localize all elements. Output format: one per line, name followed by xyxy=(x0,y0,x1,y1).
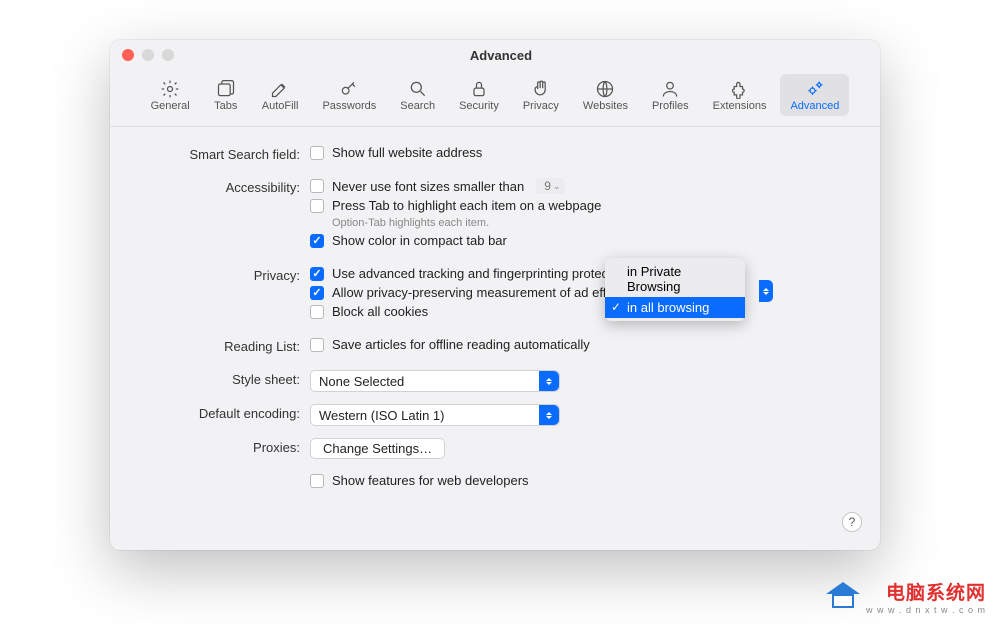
tabs-icon xyxy=(214,78,238,100)
tracking-checkbox[interactable] xyxy=(310,267,324,281)
search-icon xyxy=(406,78,430,100)
updown-icon xyxy=(759,280,773,302)
key-icon xyxy=(337,78,361,100)
globe-icon xyxy=(593,78,617,100)
compact-color-checkbox[interactable] xyxy=(310,234,324,248)
gears-icon xyxy=(803,78,827,100)
block-cookies-checkbox[interactable] xyxy=(310,305,324,319)
tab-privacy[interactable]: Privacy xyxy=(513,74,569,116)
tab-search[interactable]: Search xyxy=(390,74,445,116)
change-settings-button[interactable]: Change Settings… xyxy=(310,438,445,459)
gear-icon xyxy=(158,78,182,100)
compact-color-text: Show color in compact tab bar xyxy=(332,233,507,248)
show-full-address-checkbox[interactable] xyxy=(310,146,324,160)
tab-profiles[interactable]: Profiles xyxy=(642,74,699,116)
developer-features-checkbox[interactable] xyxy=(310,474,324,488)
tab-label: Advanced xyxy=(790,100,839,112)
style-sheet-select[interactable]: None Selected xyxy=(310,370,560,392)
tab-label: Passwords xyxy=(322,100,376,112)
watermark-url: w w w . d n x t w . c o m xyxy=(866,605,986,615)
updown-icon xyxy=(539,405,559,425)
lock-icon xyxy=(467,78,491,100)
ad-measure-checkbox[interactable] xyxy=(310,286,324,300)
save-offline-text: Save articles for offline reading automa… xyxy=(332,337,590,352)
popup-option-private[interactable]: in Private Browsing xyxy=(605,261,745,297)
accessibility-label: Accessibility: xyxy=(140,178,310,195)
tab-label: Tabs xyxy=(214,100,237,112)
press-tab-hint: Option-Tab highlights each item. xyxy=(332,217,850,229)
tab-label: General xyxy=(151,100,190,112)
block-cookies-text: Block all cookies xyxy=(332,304,428,319)
help-button[interactable]: ? xyxy=(842,512,862,532)
window-title: Advanced xyxy=(134,48,868,63)
reading-list-label: Reading List: xyxy=(140,337,310,354)
pencil-icon xyxy=(268,78,292,100)
watermark-text: 电脑系统网 xyxy=(866,578,986,605)
tab-autofill[interactable]: AutoFill xyxy=(252,74,309,116)
style-sheet-label: Style sheet: xyxy=(140,370,310,387)
tab-general[interactable]: General xyxy=(141,74,200,116)
close-icon[interactable] xyxy=(122,49,134,61)
tab-advanced[interactable]: Advanced xyxy=(780,74,849,116)
tab-label: Websites xyxy=(583,100,628,112)
hand-icon xyxy=(529,78,553,100)
tab-label: Profiles xyxy=(652,100,689,112)
privacy-label: Privacy: xyxy=(140,266,310,283)
tab-label: AutoFill xyxy=(262,100,299,112)
tab-security[interactable]: Security xyxy=(449,74,509,116)
house-icon xyxy=(826,582,860,612)
proxies-label: Proxies: xyxy=(140,438,310,455)
chevron-down-icon: ⌄ xyxy=(553,181,561,192)
updown-icon xyxy=(539,371,559,391)
watermark: 电脑系统网 w w w . d n x t w . c o m xyxy=(826,578,986,615)
preferences-window: Advanced General Tabs AutoFill Passwords… xyxy=(110,40,880,550)
popup-option-all[interactable]: in all browsing xyxy=(605,297,745,318)
tab-tabs[interactable]: Tabs xyxy=(204,74,248,116)
content-area: Smart Search field: Show full website ad… xyxy=(110,127,880,512)
tracking-text: Use advanced tracking and fingerprinting… xyxy=(332,266,629,281)
person-icon xyxy=(658,78,682,100)
font-min-text: Never use font sizes smaller than xyxy=(332,179,524,194)
press-tab-checkbox[interactable] xyxy=(310,199,324,213)
encoding-select[interactable]: Western (ISO Latin 1) xyxy=(310,404,560,426)
encoding-label: Default encoding: xyxy=(140,404,310,421)
save-offline-checkbox[interactable] xyxy=(310,338,324,352)
font-min-stepper[interactable]: 9⌄ xyxy=(536,178,565,194)
tab-passwords[interactable]: Passwords xyxy=(312,74,386,116)
titlebar: Advanced xyxy=(110,40,880,70)
tracking-scope-popup: in Private Browsing in all browsing xyxy=(605,258,745,321)
tab-label: Privacy xyxy=(523,100,559,112)
developer-features-text: Show features for web developers xyxy=(332,473,529,488)
tab-label: Extensions xyxy=(713,100,767,112)
tab-label: Security xyxy=(459,100,499,112)
smart-search-label: Smart Search field: xyxy=(140,145,310,162)
show-full-address-text: Show full website address xyxy=(332,145,482,160)
tab-extensions[interactable]: Extensions xyxy=(703,74,777,116)
press-tab-text: Press Tab to highlight each item on a we… xyxy=(332,198,601,213)
tab-websites[interactable]: Websites xyxy=(573,74,638,116)
pref-toolbar: General Tabs AutoFill Passwords Search S… xyxy=(110,70,880,127)
tab-label: Search xyxy=(400,100,435,112)
font-min-checkbox[interactable] xyxy=(310,179,324,193)
puzzle-icon xyxy=(728,78,752,100)
